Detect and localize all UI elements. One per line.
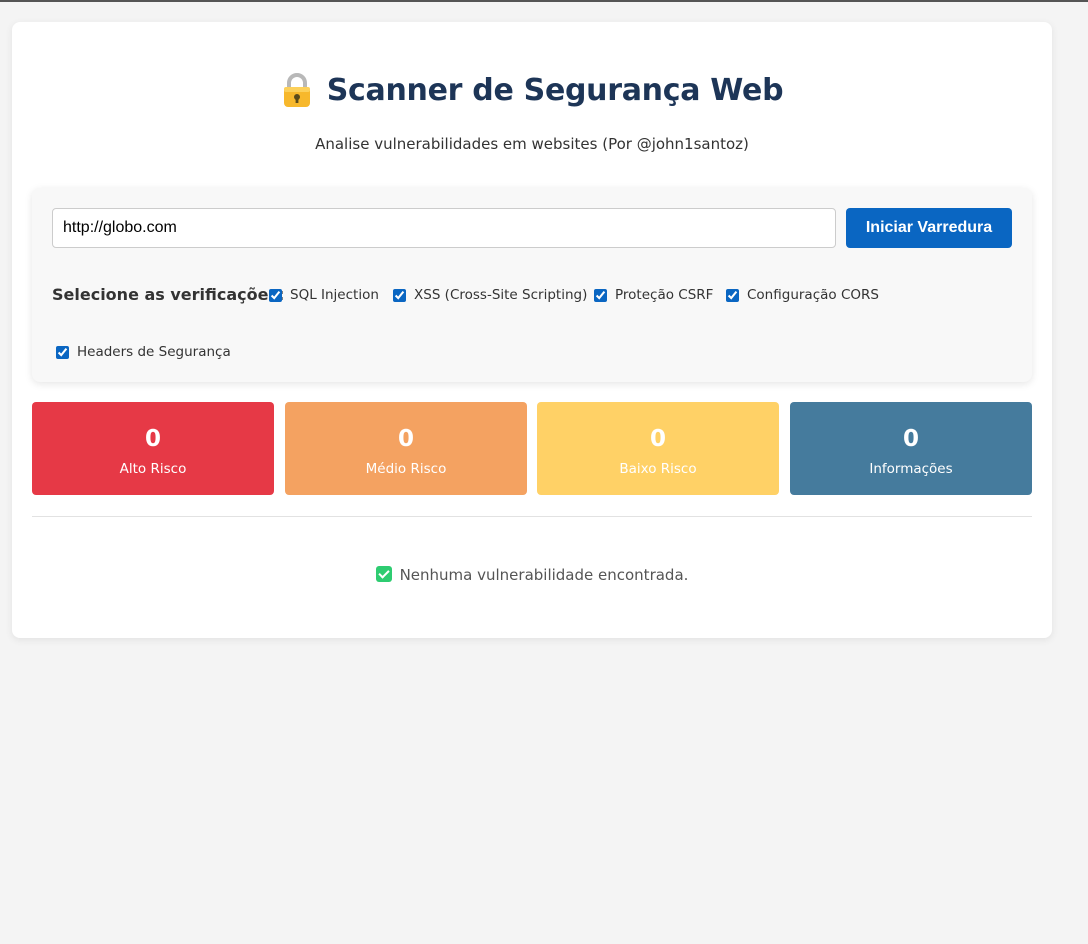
stat-info-label: Informações [869,461,953,477]
page-title: Scanner de Segurança Web [281,72,784,108]
check-sql-injection-label: SQL Injection [290,287,379,303]
page-subtitle: Analise vulnerabilidades em websites (Po… [315,135,749,153]
result-message-text: Nenhuma vulnerabilidade encontrada. [399,566,689,584]
url-input[interactable] [52,208,836,248]
scan-config-panel: Iniciar Varredura Selecione as verificaç… [32,188,1032,382]
check-csrf-label: Proteção CSRF [615,287,714,303]
stat-high-risk-label: Alto Risco [119,461,187,477]
stat-low-risk: 0 Baixo Risco [537,402,779,495]
check-cors-box[interactable] [726,288,739,302]
page-header: Scanner de Segurança Web [12,72,1052,112]
window-top-border [0,0,1088,2]
check-sql-injection[interactable]: SQL Injection [269,287,379,303]
check-icon [375,566,392,582]
stat-info: 0 Informações [790,402,1032,495]
check-security-headers-label: Headers de Segurança [77,344,231,360]
stat-low-risk-label: Baixo Risco [619,461,697,477]
result-message: Nenhuma vulnerabilidade encontrada. [12,566,1052,584]
check-csrf-box[interactable] [594,288,607,302]
check-xss-label: XSS (Cross-Site Scripting) [414,287,588,303]
check-security-headers[interactable]: Headers de Segurança [56,344,231,360]
check-sql-injection-box[interactable] [269,288,282,302]
results-divider [32,516,1032,517]
checks-label: Selecione as verificações: [52,285,285,304]
stat-info-count: 0 [902,426,919,452]
check-xss-box[interactable] [393,288,406,302]
check-cors[interactable]: Configuração CORS [726,287,879,303]
lock-icon [281,72,313,108]
stat-high-risk-count: 0 [144,426,161,452]
check-cors-label: Configuração CORS [747,287,879,303]
stat-low-risk-count: 0 [649,426,666,452]
start-scan-button[interactable]: Iniciar Varredura [846,208,1012,248]
stat-medium-risk: 0 Médio Risco [285,402,527,495]
check-xss[interactable]: XSS (Cross-Site Scripting) [393,287,587,303]
check-csrf[interactable]: Proteção CSRF [594,287,713,303]
stat-high-risk: 0 Alto Risco [32,402,274,495]
scanner-card: Scanner de Segurança Web Analise vulnera… [12,22,1052,638]
stat-medium-risk-label: Médio Risco [365,461,447,477]
check-security-headers-box[interactable] [56,345,69,359]
page-title-text: Scanner de Segurança Web [326,72,784,108]
stat-medium-risk-count: 0 [397,426,414,452]
